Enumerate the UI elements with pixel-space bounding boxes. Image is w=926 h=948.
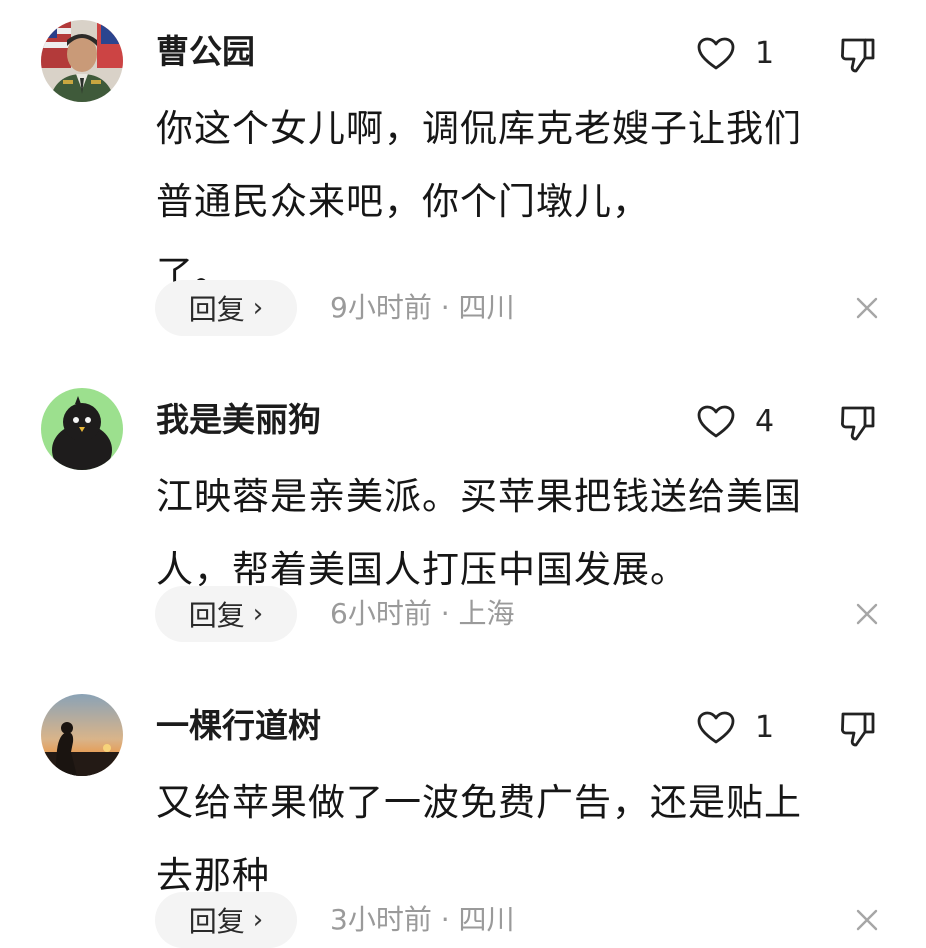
comment-meta: 9小时前 · 四川 bbox=[330, 280, 515, 336]
username[interactable]: 一棵行道树 bbox=[156, 704, 321, 748]
avatar[interactable] bbox=[41, 388, 123, 470]
avatar[interactable] bbox=[41, 694, 123, 776]
meta-separator: · bbox=[440, 291, 450, 324]
reply-label: 回复 bbox=[188, 905, 245, 938]
meta-separator: · bbox=[440, 597, 450, 630]
comment-meta: 3小时前 · 四川 bbox=[330, 892, 515, 948]
comment-location: 四川 bbox=[458, 903, 515, 936]
close-x-icon bbox=[856, 297, 878, 319]
thumbs-down-icon bbox=[841, 406, 875, 441]
avatar-sunset-silhouette bbox=[41, 694, 123, 776]
reply-label: 回复 bbox=[188, 293, 245, 326]
close-x-icon bbox=[856, 909, 878, 931]
comment-meta: 6小时前 · 上海 bbox=[330, 586, 515, 642]
close-icon[interactable] bbox=[851, 292, 883, 324]
close-icon[interactable] bbox=[851, 598, 883, 630]
close-icon[interactable] bbox=[851, 904, 883, 936]
like-count: 1 bbox=[755, 36, 775, 71]
reply-button[interactable]: 回复 › bbox=[155, 892, 297, 948]
dislike-button[interactable] bbox=[839, 36, 877, 78]
comment-time: 9小时前 bbox=[330, 291, 432, 324]
avatar[interactable] bbox=[41, 20, 123, 102]
chevron-right-icon: › bbox=[252, 293, 264, 323]
chevron-right-icon: › bbox=[252, 905, 264, 935]
dislike-button[interactable] bbox=[839, 404, 877, 446]
meta-separator: · bbox=[440, 903, 450, 936]
dislike-button[interactable] bbox=[839, 710, 877, 752]
avatar-black-bird bbox=[41, 388, 123, 470]
reply-button[interactable]: 回复 › bbox=[155, 586, 297, 642]
like-count: 1 bbox=[755, 710, 775, 745]
comment-time: 6小时前 bbox=[330, 597, 432, 630]
like-button[interactable]: 1 bbox=[697, 32, 774, 76]
reply-label: 回复 bbox=[188, 599, 245, 632]
comment-location: 四川 bbox=[458, 291, 515, 324]
comment-time: 3小时前 bbox=[330, 903, 432, 936]
chevron-right-icon: › bbox=[252, 599, 264, 629]
comment-text: 江映蓉是亲美派。买苹果把钱送给美国 人，帮着美国人打压中国发展。 bbox=[156, 475, 802, 591]
thumbs-down-icon bbox=[841, 712, 875, 747]
comment-location: 上海 bbox=[458, 597, 515, 630]
thumbs-down-icon bbox=[841, 38, 875, 73]
comment-text: 你这个女儿啊，调侃库克老嫂子让我们 普通民众来吧，你个门墩儿， 了。 bbox=[156, 107, 802, 296]
like-count: 4 bbox=[755, 404, 775, 439]
username[interactable]: 曹公园 bbox=[156, 30, 255, 74]
avatar-military-portrait bbox=[41, 20, 123, 102]
comment-text: 又给苹果做了一波免费广告，还是贴上 去那种 bbox=[156, 781, 802, 897]
username[interactable]: 我是美丽狗 bbox=[156, 398, 321, 442]
heart-outline-icon bbox=[697, 37, 735, 70]
close-x-icon bbox=[856, 603, 878, 625]
like-button[interactable]: 4 bbox=[697, 400, 774, 444]
like-button[interactable]: 1 bbox=[697, 706, 774, 750]
heart-outline-icon bbox=[697, 405, 735, 438]
heart-outline-icon bbox=[697, 711, 735, 744]
reply-button[interactable]: 回复 › bbox=[155, 280, 297, 336]
